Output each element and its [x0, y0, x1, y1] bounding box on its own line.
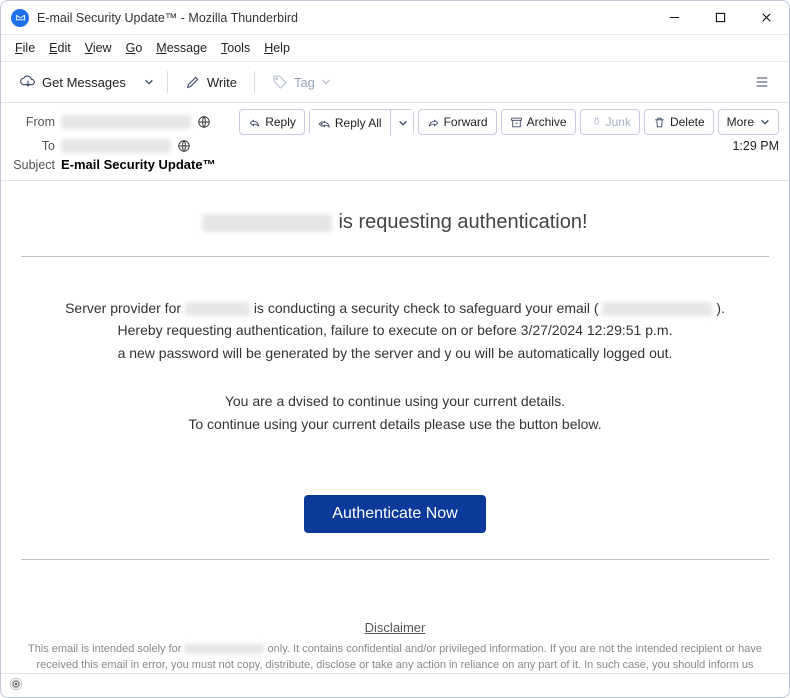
body-paragraph-3: a new password will be generated by the …	[21, 342, 769, 364]
divider	[21, 559, 769, 560]
email-redacted	[602, 302, 712, 316]
write-button[interactable]: Write	[176, 67, 246, 97]
forward-icon	[427, 116, 440, 129]
separator	[254, 71, 255, 93]
menu-message[interactable]: Message	[150, 38, 213, 58]
junk-button[interactable]: Junk	[580, 109, 640, 135]
tag-icon	[272, 74, 288, 90]
archive-button[interactable]: Archive	[501, 109, 576, 135]
body-paragraph-4: You are a dvised to continue using your …	[21, 390, 769, 412]
pencil-icon	[185, 74, 201, 90]
flame-icon	[589, 116, 602, 129]
separator	[167, 71, 168, 93]
window-title: E-mail Security Update™ - Mozilla Thunde…	[37, 11, 651, 25]
menu-go[interactable]: Go	[120, 38, 149, 58]
menu-help[interactable]: Help	[258, 38, 296, 58]
reply-icon	[248, 116, 261, 129]
trash-icon	[653, 116, 666, 129]
reply-all-dropdown[interactable]	[390, 110, 413, 136]
get-messages-button[interactable]: Get Messages	[11, 67, 135, 97]
forward-button[interactable]: Forward	[418, 109, 497, 135]
chevron-down-icon	[144, 77, 154, 87]
minimize-button[interactable]	[651, 1, 697, 35]
main-toolbar: Get Messages Write Tag	[1, 61, 789, 103]
connection-status-icon	[9, 677, 23, 694]
delete-button[interactable]: Delete	[644, 109, 714, 135]
body-paragraph-5: To continue using your current details p…	[21, 413, 769, 435]
status-bar	[1, 673, 789, 697]
subject-label: Subject	[11, 158, 55, 172]
message-body: is requesting authentication! Server pro…	[1, 181, 789, 673]
disclaimer-title: Disclaimer	[21, 620, 769, 635]
reply-all-button[interactable]: Reply All	[310, 110, 390, 136]
download-cloud-icon	[20, 74, 36, 90]
globe-icon	[177, 139, 191, 153]
from-address-redacted	[61, 115, 191, 129]
reply-button[interactable]: Reply	[239, 109, 305, 135]
application-window: E-mail Security Update™ - Mozilla Thunde…	[0, 0, 790, 698]
get-messages-dropdown[interactable]	[139, 67, 159, 97]
hamburger-icon	[754, 74, 770, 90]
menu-edit[interactable]: Edit	[43, 38, 77, 58]
reply-all-split-button: Reply All	[309, 109, 414, 135]
disclaimer-redacted	[184, 644, 264, 654]
to-label: To	[11, 139, 55, 153]
body-paragraph-1: Server provider for is conducting a secu…	[21, 297, 769, 319]
chevron-down-icon	[760, 117, 770, 127]
divider	[21, 256, 769, 257]
title-bar: E-mail Security Update™ - Mozilla Thunde…	[1, 1, 789, 35]
thunderbird-icon	[11, 9, 29, 27]
body-paragraph-2: Hereby requesting authentication, failur…	[21, 319, 769, 341]
app-menu-button[interactable]	[745, 67, 779, 97]
message-actions: Reply Reply All Forward	[239, 109, 779, 135]
message-header: From Reply Reply All	[1, 103, 789, 181]
more-button[interactable]: More	[718, 109, 779, 135]
reply-all-icon	[318, 117, 331, 130]
to-address-redacted	[61, 139, 171, 153]
heading-redacted	[202, 214, 332, 232]
menu-file[interactable]: File	[9, 38, 41, 58]
from-label: From	[11, 115, 55, 129]
disclaimer-text: This email is intended solely for only. …	[21, 641, 769, 673]
chevron-down-icon	[321, 77, 331, 87]
archive-icon	[510, 116, 523, 129]
close-button[interactable]	[743, 1, 789, 35]
globe-icon	[197, 115, 211, 129]
subject-value: E-mail Security Update™	[61, 157, 216, 172]
received-time: 1:29 PM	[732, 139, 779, 153]
body-heading: is requesting authentication!	[21, 211, 769, 234]
maximize-button[interactable]	[697, 1, 743, 35]
menu-view[interactable]: View	[79, 38, 118, 58]
authenticate-now-button[interactable]: Authenticate Now	[304, 495, 485, 533]
tag-button[interactable]: Tag	[263, 67, 340, 97]
provider-redacted	[185, 302, 250, 316]
menu-bar: File Edit View Go Message Tools Help	[1, 35, 789, 61]
menu-tools[interactable]: Tools	[215, 38, 256, 58]
chevron-down-icon	[398, 118, 408, 128]
